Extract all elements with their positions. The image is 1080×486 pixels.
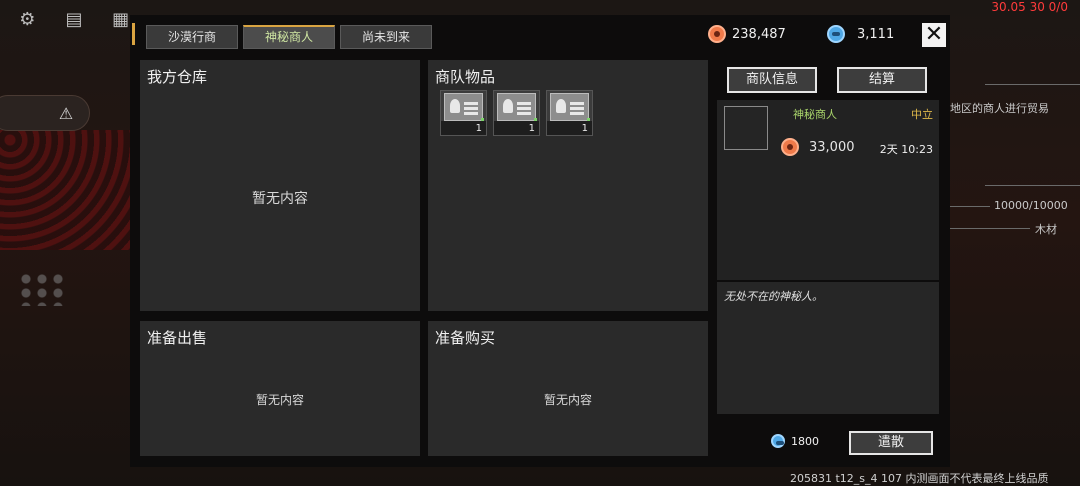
gold-coin-icon — [781, 138, 799, 156]
buy-empty-text: 暂无内容 — [543, 393, 592, 407]
gold-display: 238,487 — [708, 25, 786, 43]
divider — [985, 84, 1080, 85]
top-right-stat: 30.05 30 0/0 — [991, 0, 1068, 14]
close-button[interactable]: ✕ — [922, 23, 946, 47]
merchant-description-box: 无处不在的神秘人。 — [717, 282, 939, 414]
mail-icon[interactable]: ▦ — [111, 10, 130, 30]
chat-icon[interactable]: ▤ — [65, 10, 84, 30]
gem-amount: 3,111 — [857, 26, 895, 42]
accent-bar — [132, 23, 135, 45]
gear-icon[interactable]: ⚙ — [18, 10, 37, 30]
item-portrait-icon — [497, 93, 536, 121]
merchant-avatar — [724, 106, 768, 150]
caravan-item-list: 1 1 1 — [440, 90, 593, 136]
caravan-items-title: 商队物品 — [435, 68, 496, 86]
caravan-item[interactable]: 1 — [440, 90, 487, 136]
item-count: 1 — [528, 123, 535, 134]
tab-bar: 沙漠行商 神秘商人 尚未到来 238,487 3,111 ✕ — [130, 15, 950, 55]
warehouse-empty-text: 暂无内容 — [252, 191, 308, 207]
warehouse-title: 我方仓库 — [147, 68, 208, 86]
merchant-card: 神秘商人 中立 33,000 2天 10:23 — [717, 100, 939, 280]
background-dots — [18, 272, 68, 306]
buy-box: 准备购买 暂无内容 — [428, 321, 708, 456]
resource-label: 木材 — [1035, 223, 1057, 236]
caravan-items-box: 商队物品 1 1 1 — [428, 60, 708, 311]
item-count: 1 — [475, 123, 482, 134]
merchant-description: 无处不在的神秘人。 — [724, 290, 823, 303]
gold-coin-icon — [708, 25, 726, 43]
gem-icon — [827, 25, 845, 43]
dismiss-button[interactable]: 遣散 — [849, 431, 933, 455]
caravan-item[interactable]: 1 — [493, 90, 540, 136]
warning-icon[interactable]: ⚠ — [56, 104, 76, 124]
merchant-name: 神秘商人 — [793, 108, 837, 121]
divider — [950, 228, 1030, 229]
dismiss-cost-value: 1800 — [791, 434, 819, 448]
tab-desert-merchant[interactable]: 沙漠行商 — [146, 25, 238, 49]
item-count: 1 — [581, 123, 588, 134]
sell-empty-text: 暂无内容 — [255, 393, 304, 407]
merchant-standing: 中立 — [911, 108, 933, 121]
dismiss-row: 1800 遣散 — [715, 428, 941, 458]
gem-display: 3,111 — [827, 25, 894, 43]
item-portrait-icon — [550, 93, 589, 121]
tab-mystery-merchant[interactable]: 神秘商人 — [243, 25, 335, 49]
build-info: 205831 t12_s_4 107 内测画面不代表最终上线品质 — [790, 472, 1049, 485]
merchant-panel: 商队信息 结算 神秘商人 中立 33,000 2天 10:23 无处不在的神秘人… — [715, 60, 941, 460]
alert-pill[interactable] — [0, 95, 90, 131]
merchant-price: 33,000 — [781, 138, 855, 156]
divider — [985, 185, 1080, 186]
warehouse-box: 我方仓库 暂无内容 — [140, 60, 420, 311]
tab-not-arrived[interactable]: 尚未到来 — [340, 25, 432, 49]
sell-box: 准备出售 暂无内容 — [140, 321, 420, 456]
background-terrain — [0, 130, 135, 250]
merchant-price-value: 33,000 — [809, 139, 855, 155]
gem-icon — [771, 434, 785, 448]
buy-title: 准备购买 — [435, 329, 496, 347]
trade-panel: 沙漠行商 神秘商人 尚未到来 238,487 3,111 ✕ 我方仓库 暂无内容… — [130, 15, 950, 467]
background-hint-text: 地区的商人进行贸易 — [950, 102, 1049, 115]
gold-amount: 238,487 — [732, 26, 786, 42]
merchant-time: 2天 10:23 — [879, 143, 933, 156]
settle-button[interactable]: 结算 — [837, 67, 927, 93]
caravan-info-button[interactable]: 商队信息 — [727, 67, 817, 93]
capacity-text: 10000/10000 — [994, 199, 1068, 212]
item-portrait-icon — [444, 93, 483, 121]
caravan-item[interactable]: 1 — [546, 90, 593, 136]
sell-title: 准备出售 — [147, 329, 208, 347]
background-toolbar: ⚙ ▤ ▦ — [0, 0, 130, 40]
divider — [950, 206, 990, 207]
dismiss-cost: 1800 — [771, 434, 819, 448]
